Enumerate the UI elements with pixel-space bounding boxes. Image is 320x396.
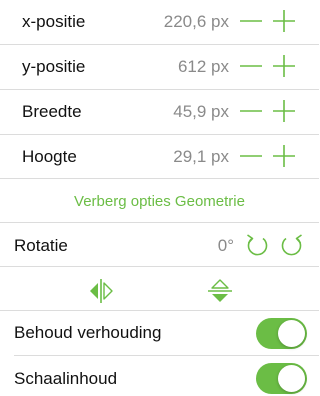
geometry-value[interactable]: 220,6 px	[164, 12, 229, 32]
switch-knob	[278, 365, 305, 392]
geometry-row-x: x-positie 220,6 px	[0, 0, 319, 44]
rotate-left-icon[interactable]	[244, 232, 270, 258]
switch-knob	[278, 320, 305, 347]
rotate-right-icon[interactable]	[279, 232, 305, 258]
plus-icon[interactable]	[271, 53, 297, 79]
minus-icon[interactable]	[238, 53, 264, 79]
divider	[0, 266, 319, 267]
rotation-value: 0°	[217, 236, 234, 255]
minus-icon[interactable]	[238, 143, 264, 169]
geometry-value[interactable]: 29,1 px	[173, 147, 229, 167]
minus-icon[interactable]	[238, 98, 264, 124]
divider	[0, 178, 319, 179]
minus-icon[interactable]	[238, 8, 264, 34]
plus-icon[interactable]	[271, 8, 297, 34]
geometry-label: x-positie	[22, 12, 86, 31]
scale-content-label: Schaalinhoud	[14, 369, 118, 388]
scale-content-switch[interactable]	[256, 363, 307, 394]
divider	[14, 355, 319, 356]
rotation-label: Rotatie	[14, 236, 68, 255]
keep-ratio-switch[interactable]	[256, 318, 307, 349]
geometry-value[interactable]: 612 px	[178, 57, 229, 77]
plus-icon[interactable]	[271, 143, 297, 169]
geometry-label: y-positie	[22, 57, 86, 76]
geometry-row-y: y-positie 612 px	[0, 45, 319, 89]
geometry-label: Hoogte	[22, 147, 77, 166]
geometry-row-height: Hoogte 29,1 px	[0, 135, 319, 179]
divider	[0, 310, 319, 311]
geometry-label: Breedte	[22, 102, 82, 121]
hide-geometry-options-button[interactable]: Verberg opties Geometrie	[0, 190, 319, 214]
flip-horizontal-icon[interactable]	[86, 276, 116, 306]
geometry-row-width: Breedte 45,9 px	[0, 90, 319, 134]
divider	[0, 222, 319, 223]
plus-icon[interactable]	[271, 98, 297, 124]
geometry-value[interactable]: 45,9 px	[173, 102, 229, 122]
keep-ratio-label: Behoud verhouding	[14, 323, 162, 342]
flip-vertical-icon[interactable]	[205, 276, 235, 306]
